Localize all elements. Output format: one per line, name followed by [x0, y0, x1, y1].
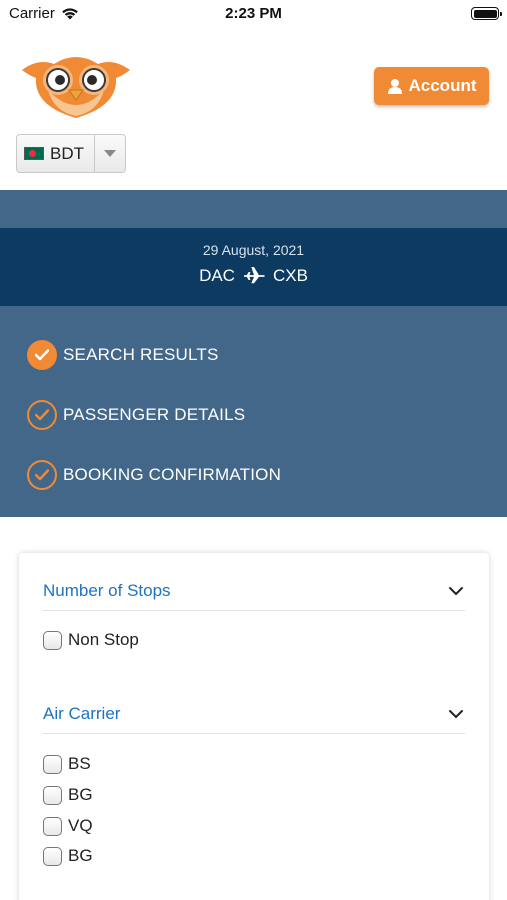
step-label: SEARCH RESULTS — [63, 345, 219, 364]
trip-origin: DAC — [199, 266, 235, 285]
checkbox[interactable] — [43, 754, 62, 774]
step-search-results: SEARCH RESULTS — [27, 339, 219, 371]
checkbox[interactable] — [43, 630, 62, 650]
option-label: Non Stop — [68, 630, 139, 649]
check-circle-icon — [27, 400, 57, 430]
currency-select[interactable]: BDT — [16, 134, 126, 173]
option-label: BG — [68, 785, 93, 804]
filter-option-non-stop[interactable]: Non Stop — [43, 630, 139, 650]
status-bar: Carrier 2:23 PM — [0, 0, 507, 30]
option-label: BS — [68, 754, 91, 773]
check-circle-icon — [27, 460, 57, 490]
filter-carrier-header[interactable]: Air Carrier — [43, 694, 465, 734]
step-booking-confirmation: BOOKING CONFIRMATION — [27, 459, 281, 491]
chevron-down-icon[interactable] — [447, 705, 465, 723]
checkbox[interactable] — [43, 785, 62, 805]
option-label: VQ — [68, 816, 93, 835]
check-circle-icon — [27, 340, 57, 370]
currency-label: BDT — [50, 143, 84, 163]
chevron-down-icon[interactable] — [95, 150, 125, 157]
account-label: Account — [408, 76, 477, 95]
user-icon — [387, 79, 402, 94]
trip-route: DAC CXB — [0, 266, 507, 286]
option-label: BG — [68, 846, 93, 865]
plane-icon — [244, 267, 265, 284]
checkbox[interactable] — [43, 846, 62, 866]
trip-summary: 29 August, 2021 DAC CXB — [0, 228, 507, 306]
filter-option-carrier[interactable]: VQ — [43, 816, 93, 836]
step-label: PASSENGER DETAILS — [63, 405, 246, 424]
chevron-down-icon[interactable] — [447, 582, 465, 600]
filter-stops-title: Number of Stops — [43, 580, 171, 600]
filter-option-carrier[interactable]: BG — [43, 785, 93, 805]
filter-option-carrier[interactable]: BG — [43, 846, 93, 866]
currency-selected[interactable]: BDT — [17, 135, 95, 172]
account-button[interactable]: Account — [374, 67, 489, 105]
owl-logo[interactable] — [18, 50, 134, 122]
filter-carrier-title: Air Carrier — [43, 703, 121, 723]
battery-icon — [471, 7, 502, 20]
step-label: BOOKING CONFIRMATION — [63, 465, 282, 484]
bangladesh-flag-icon — [24, 147, 44, 160]
step-passenger-details: PASSENGER DETAILS — [27, 399, 245, 431]
checkbox[interactable] — [43, 816, 62, 836]
filter-option-carrier[interactable]: BS — [43, 754, 91, 774]
trip-destination: CXB — [272, 266, 308, 285]
trip-date: 29 August, 2021 — [202, 242, 305, 258]
filter-stops-header[interactable]: Number of Stops — [43, 571, 465, 611]
status-time: 2:23 PM — [225, 5, 282, 22]
filter-panel: Number of Stops Non Stop Air Carrier BS … — [19, 553, 489, 900]
